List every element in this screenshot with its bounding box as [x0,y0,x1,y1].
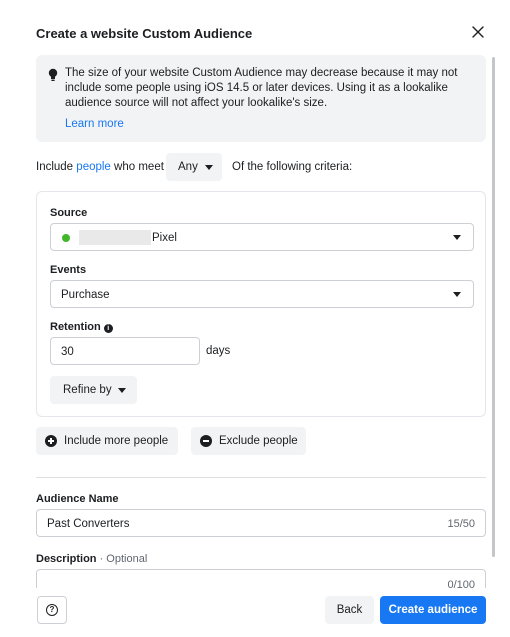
minus-circle-icon [200,435,212,447]
refine-by-button[interactable]: Refine by [50,376,137,404]
include-more-people-button[interactable]: Include more people [36,427,178,455]
caret-down-icon [205,165,213,170]
source-select[interactable]: Pixel [50,223,474,251]
criteria-prefix: Include [36,161,74,173]
lightbulb-icon [48,68,58,81]
match-type-dropdown[interactable]: Any [166,153,222,181]
audience-name-label: Audience Name [36,493,119,505]
description-counter: 0/100 [447,579,475,588]
audience-name-value: Past Converters [47,518,130,530]
criteria-middle: who meet [114,161,164,173]
description-input[interactable]: 0/100 [36,569,486,588]
dialog-header: Create a website Custom Audience [0,0,510,62]
source-value: Pixel [152,232,177,244]
caret-down-icon [118,388,126,393]
retention-input[interactable]: 30 [50,337,200,365]
events-select[interactable]: Purchase [50,280,474,308]
source-label: Source [50,207,88,219]
back-button[interactable]: Back [325,596,374,624]
description-label-row: Description · Optional [36,553,147,565]
retention-label: Retention [50,321,101,333]
criteria-row: Include people who meet Any Of the follo… [36,153,486,181]
retention-label-row: Retention i [50,321,113,333]
caret-down-icon [453,235,461,240]
help-icon: ? [46,604,58,616]
events-value: Purchase [61,289,110,301]
exclude-people-button[interactable]: Exclude people [191,427,306,455]
criteria-suffix: Of the following criteria: [232,161,353,173]
description-optional: · Optional [99,553,148,565]
retention-unit: days [206,345,231,357]
rule-card: Source Pixel Events Purchase Retention i … [36,191,486,417]
dialog-footer: ? Back Create audience [0,588,510,637]
audience-name-counter: 15/50 [447,518,475,530]
description-label: Description [36,553,97,565]
close-icon[interactable] [468,22,488,42]
events-label: Events [50,264,87,276]
divider [36,477,486,478]
redacted-pixel-name [79,230,151,245]
include-more-label: Include more people [64,435,169,447]
refine-by-label: Refine by [63,384,112,396]
dialog-title: Create a website Custom Audience [36,26,253,41]
learn-more-link[interactable]: Learn more [65,118,124,130]
people-link[interactable]: people [76,161,111,173]
criteria-label: Include people who meet [36,161,164,173]
dialog-body: The size of your website Custom Audience… [0,55,510,588]
retention-value: 30 [61,346,74,358]
info-icon[interactable]: i [103,324,113,333]
match-type-value: Any [178,161,198,173]
ios-notice: The size of your website Custom Audience… [36,55,486,142]
exclude-label: Exclude people [219,435,298,447]
help-button[interactable]: ? [37,596,67,624]
notice-text: The size of your website Custom Audience… [65,67,458,109]
plus-circle-icon [45,435,57,447]
caret-down-icon [453,292,461,297]
status-dot-icon [62,234,70,242]
create-audience-button[interactable]: Create audience [380,596,486,624]
audience-name-input[interactable]: Past Converters 15/50 [36,509,486,537]
